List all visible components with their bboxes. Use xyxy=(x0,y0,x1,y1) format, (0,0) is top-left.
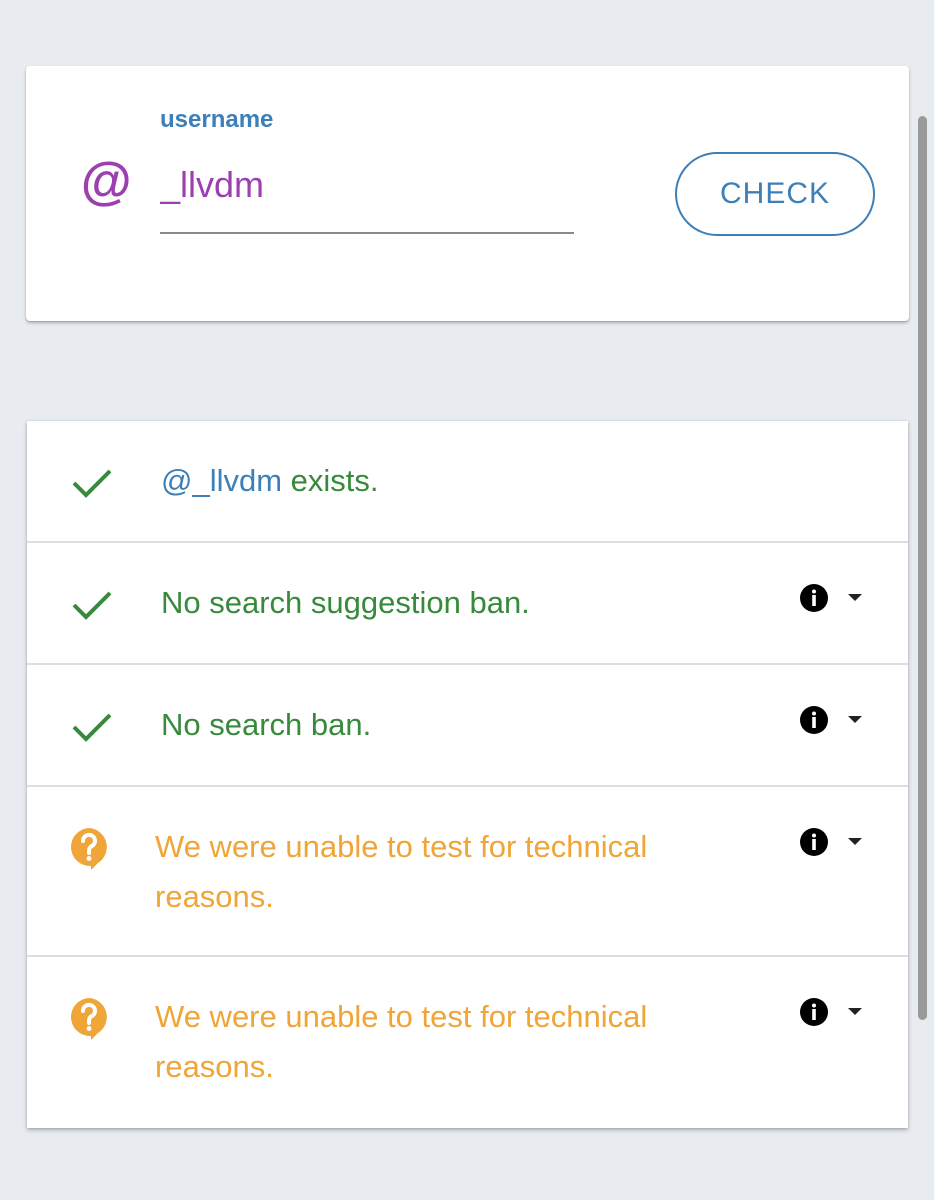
caret-down-icon[interactable] xyxy=(847,1007,863,1017)
result-text: We were unable to test for technical rea… xyxy=(155,829,648,914)
caret-down-icon[interactable] xyxy=(847,715,863,725)
result-text: No search ban. xyxy=(161,707,372,742)
question-bubble-icon xyxy=(70,828,107,870)
info-icon[interactable] xyxy=(799,705,829,735)
caret-down-icon[interactable] xyxy=(847,593,863,603)
results-list: @_llvdm exists. No search suggestion ban… xyxy=(27,421,908,1128)
result-row-exists: @_llvdm exists. xyxy=(27,421,908,543)
scrollbar[interactable] xyxy=(918,116,927,1020)
result-row-suggestion-ban[interactable]: No search suggestion ban. xyxy=(27,543,908,665)
check-icon xyxy=(72,469,112,498)
result-row-search-ban[interactable]: No search ban. xyxy=(27,665,908,787)
result-suffix: exists. xyxy=(282,463,379,498)
username-underline xyxy=(160,232,574,234)
result-text: No search suggestion ban. xyxy=(161,585,530,620)
result-row-technical-2[interactable]: We were unable to test for technical rea… xyxy=(27,957,908,1128)
info-icon[interactable] xyxy=(799,827,829,857)
username-input[interactable] xyxy=(160,160,574,210)
info-icon[interactable] xyxy=(799,997,829,1027)
result-text: We were unable to test for technical rea… xyxy=(155,999,648,1084)
result-handle: @_llvdm xyxy=(161,463,283,498)
info-icon[interactable] xyxy=(799,583,829,613)
username-label: username xyxy=(160,106,274,133)
check-button[interactable]: CHECK xyxy=(675,152,875,236)
at-sign-icon: @ xyxy=(80,153,131,211)
check-icon xyxy=(72,713,112,742)
caret-down-icon[interactable] xyxy=(847,837,863,847)
question-bubble-icon xyxy=(70,998,107,1040)
result-row-technical-1[interactable]: We were unable to test for technical rea… xyxy=(27,787,908,957)
check-icon xyxy=(72,591,112,620)
result-text: @_llvdm exists. xyxy=(161,456,379,506)
page: @ username CHECK @_llvdm exists. No sear… xyxy=(0,0,934,1200)
